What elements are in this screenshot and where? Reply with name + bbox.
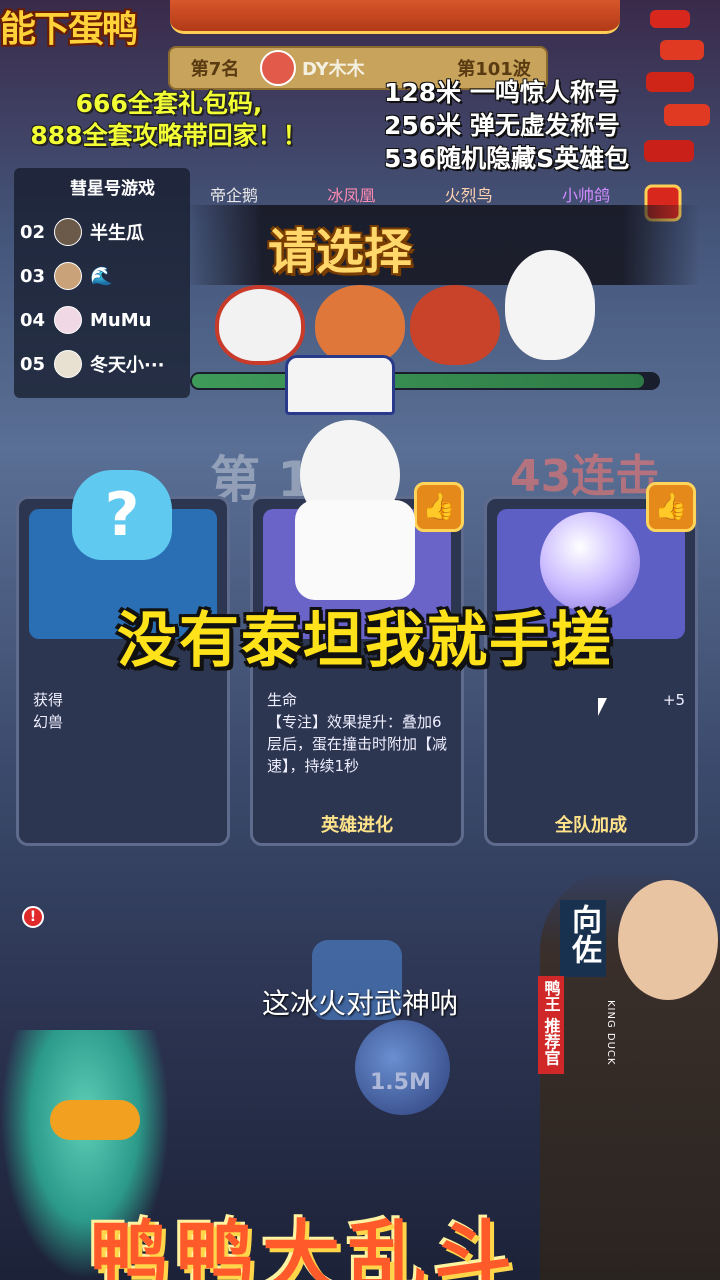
rank-name: MuMu <box>90 309 152 331</box>
promo-left: 666全套礼包码, 888全套攻略带回家！！ <box>4 88 334 152</box>
egg-orb <box>355 1020 450 1115</box>
top-hat <box>285 355 395 415</box>
endorser-name: 向佐 <box>560 900 606 977</box>
endorser-english: KING DUCK <box>605 1000 616 1066</box>
player-avatar <box>260 50 296 86</box>
promo-right: 128米 一鸣惊人称号 256米 弹无虚发称号 536随机隐藏S英雄包 <box>384 76 674 175</box>
hero-name: 火烈鸟 <box>444 186 493 205</box>
card-description: 生命 【专注】效果提升：叠加6层后，蛋在撞击时附加【减速】，持续1秒 <box>267 691 448 775</box>
hero-name: 冰凤凰 <box>327 186 376 205</box>
leaderboard-row[interactable]: 03 🌊 <box>20 256 188 296</box>
promo-right-line2: 256米 弹无虚发称号 <box>384 111 620 140</box>
leaderboard-title: 彗星号游戏 <box>70 179 155 199</box>
endorser-role-text: 鸭王 推荐官 <box>541 980 561 1066</box>
endorser-face <box>618 880 718 1000</box>
hero-name: 小帅鸽 <box>561 186 610 205</box>
hp-bar-fill <box>192 374 644 388</box>
rank-name: 🌊 <box>90 265 113 287</box>
card-description: 获得 幻兽 <box>33 691 64 731</box>
mystery-question-icon: ? <box>72 470 172 560</box>
card-description: +5 <box>662 691 685 709</box>
rank-avatar <box>54 262 82 290</box>
cursor-icon <box>598 698 607 716</box>
rank-number: 03 <box>20 265 46 287</box>
rank-name: 冬天小··· <box>90 355 165 376</box>
rank-number: 02 <box>20 221 46 243</box>
game-logo: 能下蛋鸭 <box>0 9 138 50</box>
endorser-role: 鸭王 推荐官 <box>538 976 564 1074</box>
choose-prompt: 请选择 <box>268 224 413 280</box>
rank-name: 半生瓜 <box>90 223 144 244</box>
thumbs-up-icon: 👍 <box>414 482 464 532</box>
leaderboard-row[interactable]: 04 MuMu <box>20 300 188 340</box>
promo-left-line1: 666全套礼包码, <box>75 89 263 118</box>
top-banner <box>170 0 620 34</box>
hero-name: 帝企鹅 <box>210 186 259 205</box>
hero-emperor-penguin[interactable] <box>215 285 305 365</box>
rank-avatar <box>54 306 82 334</box>
endorser-name-text: 向佐 <box>566 904 601 964</box>
combo-counter: 43连击 <box>510 451 660 502</box>
egg-value: 1.5M <box>370 1070 431 1095</box>
leaderboard-row[interactable]: 05 冬天小··· <box>20 344 188 384</box>
notification-badge[interactable]: ! <box>22 906 44 928</box>
player-rank: 第7名 <box>190 59 240 80</box>
card-footer <box>19 809 227 843</box>
thumbs-up-icon: 👍 <box>646 482 696 532</box>
card-footer: 全队加成 <box>555 815 627 836</box>
bottom-game-logo: 鸭鸭大乱斗 <box>90 1213 521 1280</box>
rank-number: 04 <box>20 309 46 331</box>
video-title-overlay: 没有泰坦我就手搓 <box>117 606 613 676</box>
mascot-beak <box>50 1100 140 1140</box>
rank-avatar <box>54 350 82 378</box>
choose-banner <box>185 205 700 285</box>
leaderboard-row[interactable]: 02 半生瓜 <box>20 212 188 252</box>
hero-name-row: 帝企鹅 冰凤凰 火烈鸟 小帅鸽 <box>210 182 610 206</box>
promo-left-line2: 888全套攻略带回家！！ <box>30 121 308 150</box>
rank-number: 05 <box>20 353 46 375</box>
duck-hero-body <box>295 500 415 600</box>
hero-flamingo[interactable] <box>410 285 500 365</box>
rank-avatar <box>54 218 82 246</box>
promo-right-line1: 128米 一鸣惊人称号 <box>384 78 620 107</box>
hero-handsome-dove[interactable] <box>505 250 595 360</box>
promo-right-line3: 536随机隐藏S英雄包 <box>384 144 630 173</box>
hero-ice-phoenix[interactable] <box>315 285 405 365</box>
card-footer: 英雄进化 <box>321 815 393 836</box>
